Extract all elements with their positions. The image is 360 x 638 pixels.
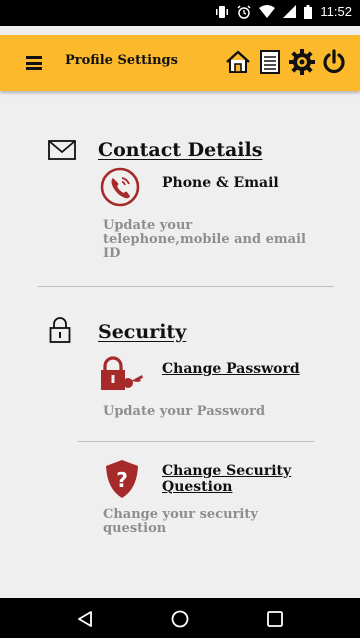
change-question-title-line[interactable]: Question bbox=[162, 479, 291, 495]
phone-email-label[interactable]: Phone & Email bbox=[162, 175, 279, 191]
recents-icon[interactable] bbox=[264, 608, 286, 630]
vibrate-icon bbox=[216, 5, 229, 18]
alarm-icon bbox=[237, 4, 251, 19]
envelope-icon bbox=[48, 140, 76, 160]
svg-text:?: ? bbox=[116, 468, 128, 492]
app-bar-actions bbox=[224, 48, 348, 76]
system-nav-bar bbox=[0, 598, 360, 638]
lock-icon bbox=[49, 317, 71, 343]
app-bar: Profile Settings bbox=[0, 35, 360, 91]
change-password-description: Update your Password bbox=[103, 404, 266, 419]
back-icon[interactable] bbox=[74, 608, 96, 630]
change-question-desc-line: question bbox=[103, 521, 167, 536]
security-title: Security bbox=[98, 321, 187, 343]
home-nav-icon[interactable] bbox=[169, 608, 191, 630]
change-password-link[interactable]: Change Password bbox=[162, 361, 300, 377]
contact-desc-line: ID bbox=[103, 246, 121, 261]
wifi-icon bbox=[259, 5, 276, 18]
home-icon[interactable] bbox=[224, 48, 252, 76]
page-title: Profile Settings bbox=[65, 53, 178, 68]
power-icon[interactable] bbox=[320, 48, 348, 76]
settings-gear-icon[interactable] bbox=[288, 48, 316, 76]
document-icon[interactable] bbox=[256, 48, 284, 76]
change-question-title-line[interactable]: Change Security bbox=[162, 463, 291, 479]
contact-details-title: Contact Details bbox=[98, 139, 263, 161]
menu-icon[interactable] bbox=[26, 56, 42, 70]
signal-icon bbox=[283, 5, 297, 18]
change-question-desc-line: Change your security bbox=[103, 507, 258, 522]
battery-icon bbox=[304, 4, 313, 19]
shield-question-icon[interactable]: ? bbox=[105, 459, 139, 499]
change-security-question-link[interactable]: Change Security Question bbox=[162, 463, 291, 495]
phone-icon[interactable] bbox=[100, 167, 140, 207]
status-time: 11:52 bbox=[320, 4, 352, 19]
change-question-description: Change your security question bbox=[103, 508, 258, 536]
contact-desc-line: Update your bbox=[103, 218, 193, 233]
contact-details-header bbox=[48, 140, 76, 160]
contact-description: Update your telephone,mobile and email I… bbox=[103, 219, 306, 261]
lock-key-icon[interactable] bbox=[100, 356, 144, 394]
status-icons: 11:52 bbox=[215, 4, 352, 19]
item-divider bbox=[78, 441, 314, 442]
status-bar: 11:52 bbox=[0, 0, 360, 26]
contact-desc-line: telephone,mobile and email bbox=[103, 232, 306, 247]
section-divider bbox=[38, 286, 334, 287]
